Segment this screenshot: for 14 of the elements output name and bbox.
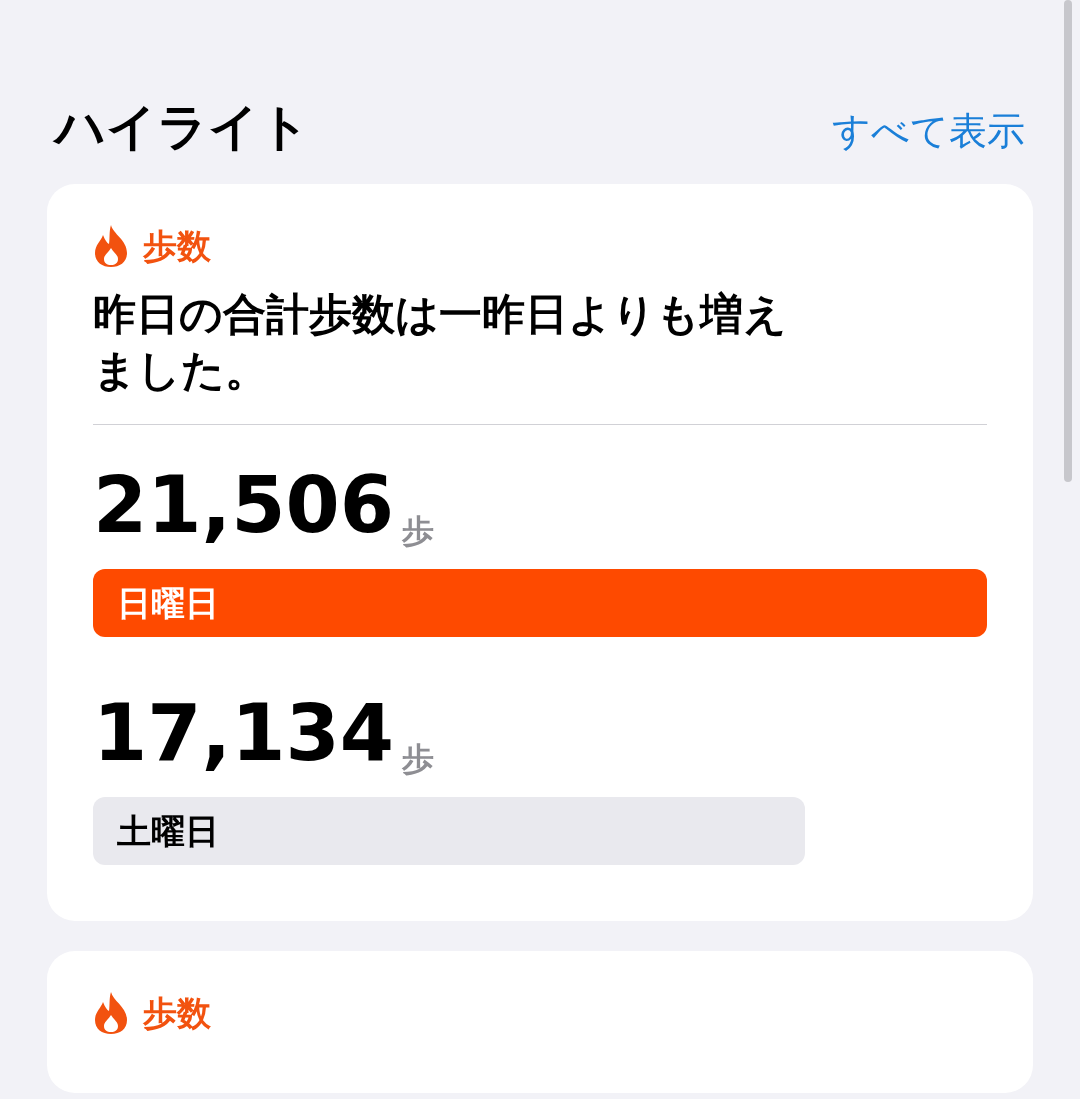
scroll-thumb[interactable]	[1064, 0, 1072, 482]
summary-text: 昨日の合計歩数は一昨日よりも増えました。	[93, 288, 788, 397]
flame-icon	[93, 224, 129, 268]
unit-label: 歩	[402, 511, 434, 552]
step-count: 21,506	[93, 465, 394, 545]
category-label: 歩数	[143, 225, 211, 268]
day-label: 土曜日	[117, 809, 219, 853]
show-all-link[interactable]: すべて表示	[832, 103, 1025, 159]
day-label: 日曜日	[117, 581, 219, 625]
section-title: ハイライト	[55, 97, 310, 158]
category-label: 歩数	[143, 992, 211, 1035]
flame-icon	[93, 991, 129, 1035]
unit-label: 歩	[402, 739, 434, 780]
step-count: 17,134	[93, 693, 394, 773]
